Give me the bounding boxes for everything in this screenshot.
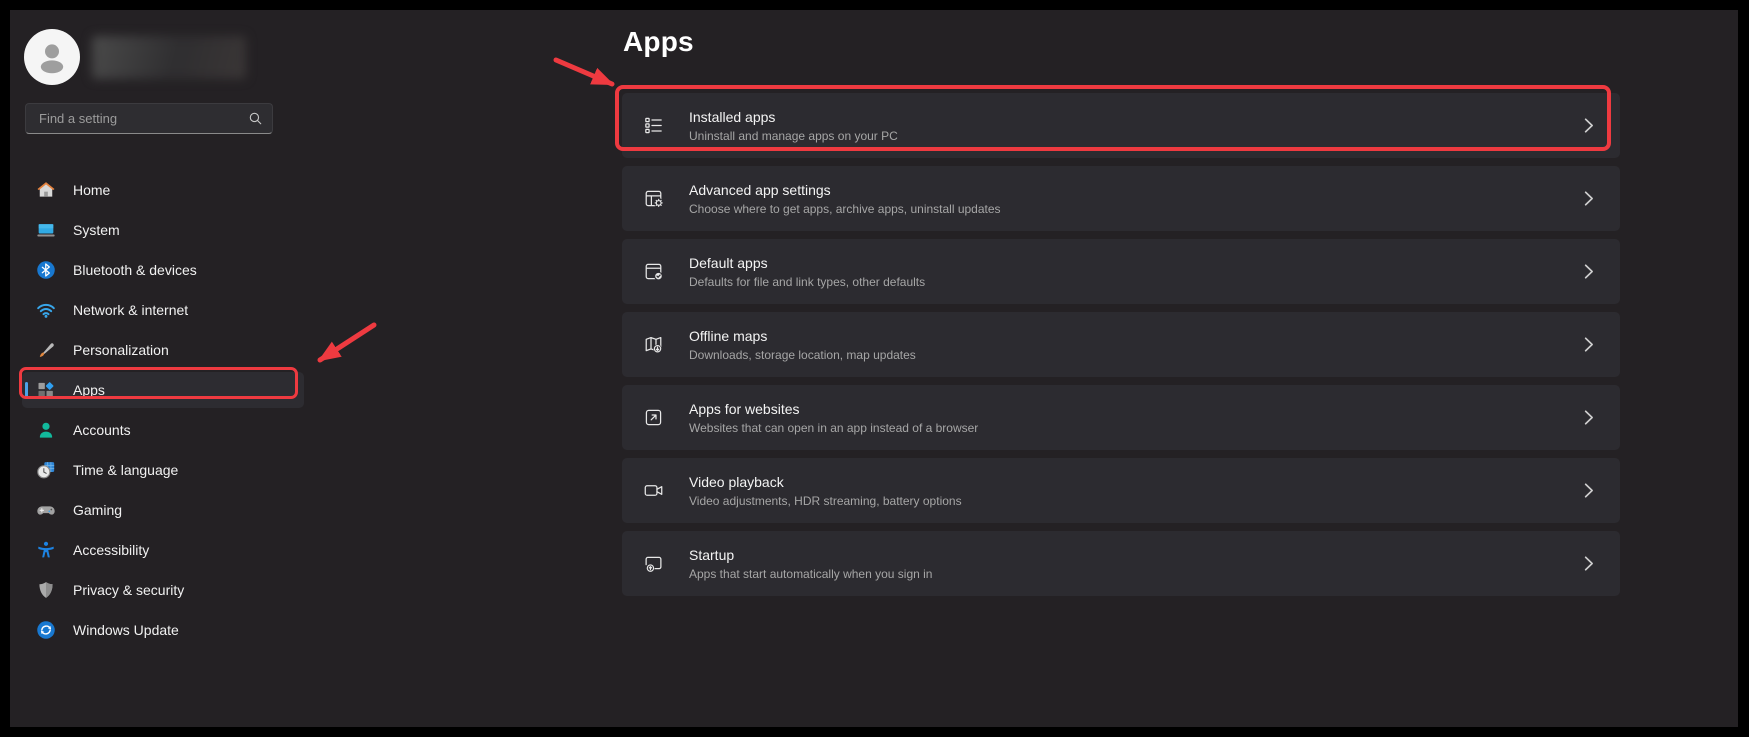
privacy-icon xyxy=(36,580,56,600)
page-title: Apps xyxy=(623,26,694,58)
settings-row-offline-maps[interactable]: Offline maps Downloads, storage location,… xyxy=(622,312,1620,377)
apps-for-websites-icon xyxy=(642,406,665,429)
row-subtitle: Websites that can open in an app instead… xyxy=(689,421,978,435)
row-title: Startup xyxy=(689,547,932,563)
startup-icon xyxy=(642,552,665,575)
settings-rows: Installed apps Uninstall and manage apps … xyxy=(622,93,1620,596)
offline-maps-icon xyxy=(642,333,665,356)
sidebar-item-home[interactable]: Home xyxy=(22,172,304,208)
sidebar-item-windows-update[interactable]: Windows Update xyxy=(22,612,304,648)
sidebar-item-label: Windows Update xyxy=(73,622,179,638)
chevron-right-icon xyxy=(1577,479,1600,502)
row-title: Advanced app settings xyxy=(689,182,1001,198)
sidebar-item-personalization[interactable]: Personalization xyxy=(22,332,304,368)
chevron-right-icon xyxy=(1577,406,1600,429)
search-input[interactable] xyxy=(37,110,247,127)
row-title: Video playback xyxy=(689,474,962,490)
settings-row-apps-for-websites[interactable]: Apps for websites Websites that can open … xyxy=(622,385,1620,450)
chevron-right-icon xyxy=(1577,552,1600,575)
row-text: Apps for websites Websites that can open … xyxy=(689,401,978,435)
video-playback-icon xyxy=(642,479,665,502)
row-title: Apps for websites xyxy=(689,401,978,417)
user-name-redacted xyxy=(92,36,246,79)
row-subtitle: Video adjustments, HDR streaming, batter… xyxy=(689,494,962,508)
sidebar-item-label: System xyxy=(73,222,120,238)
chevron-right-icon xyxy=(1577,260,1600,283)
sidebar-item-label: Apps xyxy=(73,382,105,398)
advanced-app-settings-icon xyxy=(642,187,665,210)
chevron-right-icon xyxy=(1577,187,1600,210)
row-title: Offline maps xyxy=(689,328,916,344)
system-icon xyxy=(36,220,56,240)
row-text: Default apps Defaults for file and link t… xyxy=(689,255,925,289)
sidebar-item-gaming[interactable]: Gaming xyxy=(22,492,304,528)
accounts-icon xyxy=(36,420,56,440)
personalization-icon xyxy=(36,340,56,360)
row-text: Startup Apps that start automatically whe… xyxy=(689,547,932,581)
sidebar-item-label: Network & internet xyxy=(73,302,188,318)
row-subtitle: Downloads, storage location, map updates xyxy=(689,348,916,362)
network-icon xyxy=(36,300,56,320)
windows-update-icon xyxy=(36,620,56,640)
row-subtitle: Apps that start automatically when you s… xyxy=(689,567,932,581)
settings-row-video-playback[interactable]: Video playback Video adjustments, HDR str… xyxy=(622,458,1620,523)
sidebar-item-bluetooth-devices[interactable]: Bluetooth & devices xyxy=(22,252,304,288)
row-subtitle: Choose where to get apps, archive apps, … xyxy=(689,202,1001,216)
sidebar-item-label: Gaming xyxy=(73,502,122,518)
settings-row-advanced-app-settings[interactable]: Advanced app settings Choose where to get… xyxy=(622,166,1620,231)
search-box[interactable] xyxy=(25,103,273,134)
person-icon xyxy=(31,36,73,78)
sidebar-item-label: Privacy & security xyxy=(73,582,184,598)
sidebar-item-time-language[interactable]: Time & language xyxy=(22,452,304,488)
sidebar-item-accounts[interactable]: Accounts xyxy=(22,412,304,448)
row-text: Video playback Video adjustments, HDR str… xyxy=(689,474,962,508)
row-text: Installed apps Uninstall and manage apps … xyxy=(689,109,898,143)
settings-row-installed-apps[interactable]: Installed apps Uninstall and manage apps … xyxy=(622,93,1620,158)
installed-apps-icon xyxy=(642,114,665,137)
row-text: Advanced app settings Choose where to get… xyxy=(689,182,1001,216)
row-text: Offline maps Downloads, storage location,… xyxy=(689,328,916,362)
accessibility-icon xyxy=(36,540,56,560)
sidebar-item-privacy-security[interactable]: Privacy & security xyxy=(22,572,304,608)
row-subtitle: Uninstall and manage apps on your PC xyxy=(689,129,898,143)
sidebar-item-system[interactable]: System xyxy=(22,212,304,248)
chevron-right-icon xyxy=(1577,333,1600,356)
sidebar-nav: Home System Bluetooth & devices Network & i… xyxy=(22,172,304,652)
row-subtitle: Defaults for file and link types, other … xyxy=(689,275,925,289)
home-icon xyxy=(36,180,56,200)
sidebar-item-label: Accounts xyxy=(73,422,131,438)
settings-row-startup[interactable]: Startup Apps that start automatically whe… xyxy=(622,531,1620,596)
sidebar-item-label: Home xyxy=(73,182,110,198)
sidebar-item-label: Bluetooth & devices xyxy=(73,262,197,278)
settings-row-default-apps[interactable]: Default apps Defaults for file and link t… xyxy=(622,239,1620,304)
default-apps-icon xyxy=(642,260,665,283)
selection-pill xyxy=(25,382,28,398)
row-title: Installed apps xyxy=(689,109,898,125)
sidebar-item-network-internet[interactable]: Network & internet xyxy=(22,292,304,328)
gaming-icon xyxy=(36,500,56,520)
avatar[interactable] xyxy=(24,29,80,85)
chevron-right-icon xyxy=(1577,114,1600,137)
sidebar-item-accessibility[interactable]: Accessibility xyxy=(22,532,304,568)
search-icon xyxy=(247,110,264,127)
sidebar-item-label: Accessibility xyxy=(73,542,149,558)
sidebar-item-apps[interactable]: Apps xyxy=(22,372,304,408)
apps-icon xyxy=(36,380,56,400)
bluetooth-icon xyxy=(36,260,56,280)
time-language-icon xyxy=(36,460,56,480)
row-title: Default apps xyxy=(689,255,925,271)
sidebar-item-label: Time & language xyxy=(73,462,178,478)
sidebar-item-label: Personalization xyxy=(73,342,169,358)
